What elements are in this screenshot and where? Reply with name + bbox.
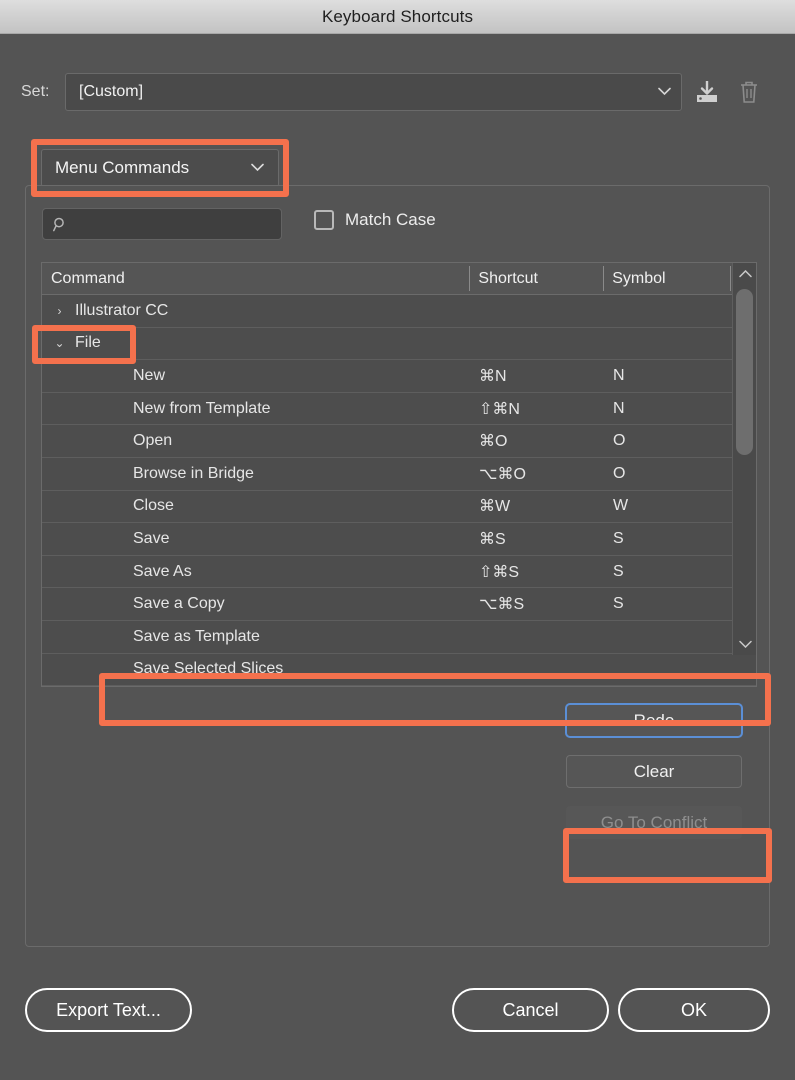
command-label: Save as Template	[51, 628, 260, 646]
command-label: Save	[51, 530, 169, 548]
command-type-value: Menu Commands	[55, 158, 189, 178]
cell-command: ⌄ File	[42, 334, 470, 352]
cell-symbol: N	[604, 400, 731, 418]
cell-command: New from Template	[42, 400, 470, 418]
search-input[interactable]	[75, 216, 270, 232]
cell-command: › Illustrator CC	[42, 302, 470, 320]
cell-symbol: N	[604, 367, 731, 385]
command-label: Browse in Bridge	[51, 465, 254, 483]
table-row[interactable]: Save Selected Slices	[42, 654, 756, 687]
table-row[interactable]: New from Template ⇧⌘NN	[42, 393, 756, 426]
table-row[interactable]: › Illustrator CC	[42, 295, 756, 328]
command-label: Illustrator CC	[75, 302, 168, 320]
command-label: Save As	[51, 563, 192, 581]
command-label: Save Selected Slices	[51, 660, 283, 678]
cell-symbol: S	[604, 530, 731, 548]
cell-command: Browse in Bridge	[42, 465, 470, 483]
scrollbar-thumb[interactable]	[736, 289, 753, 455]
scroll-down-button[interactable]	[733, 633, 757, 655]
command-label: New from Template	[51, 400, 271, 418]
chevron-up-icon	[739, 270, 752, 278]
go-to-conflict-button: Go To Conflict	[566, 806, 742, 839]
title-bar: Keyboard Shortcuts	[0, 0, 795, 34]
command-label: File	[75, 334, 101, 352]
cell-shortcut: ⇧⌘S	[470, 562, 604, 582]
table-row[interactable]: Save as Template	[42, 621, 756, 654]
cell-command: New	[42, 367, 470, 385]
set-dropdown[interactable]: [Custom]	[65, 73, 682, 111]
search-field[interactable]	[42, 208, 282, 240]
table-row[interactable]: Open ⌘OO	[42, 425, 756, 458]
column-header-shortcut[interactable]: Shortcut	[469, 263, 603, 295]
match-case-label: Match Case	[345, 210, 436, 230]
chevron-down-icon	[658, 87, 669, 98]
cell-shortcut: ⌥⌘O	[470, 464, 604, 484]
cell-symbol: S	[604, 563, 731, 581]
table-row[interactable]: Save a Copy ⌥⌘SS	[42, 588, 756, 621]
cell-command: Save As	[42, 563, 470, 581]
shortcuts-table: Command Shortcut Symbol › Illustrator CC ⌄…	[41, 262, 757, 687]
table-header: Command Shortcut Symbol	[42, 263, 756, 295]
match-case-control[interactable]: Match Case	[314, 210, 436, 230]
command-type-dropdown[interactable]: Menu Commands	[41, 149, 279, 187]
table-body: ›Illustrator CC⌄FileNew⌘NNNew from Templ…	[42, 295, 756, 687]
command-label: Save a Copy	[51, 595, 225, 613]
cell-symbol: O	[604, 465, 731, 483]
cell-shortcut: ⌘N	[470, 366, 604, 386]
cell-command: Save Selected Slices	[42, 660, 470, 678]
save-set-button[interactable]	[690, 75, 724, 109]
command-label: Close	[51, 497, 174, 515]
table-row[interactable]: Save ⌘SS	[42, 523, 756, 556]
match-case-checkbox[interactable]	[314, 210, 334, 230]
cell-symbol: W	[604, 497, 731, 515]
clear-button[interactable]: Clear	[566, 755, 742, 788]
set-row: Set: [Custom]	[0, 72, 795, 112]
cell-command: Open	[42, 432, 470, 450]
table-row[interactable]: Browse in Bridge ⌥⌘OO	[42, 458, 756, 491]
set-label: Set:	[21, 83, 65, 101]
table-row[interactable]: Revert⌥⌘Z×Z	[42, 686, 756, 687]
table-row[interactable]: Save As ⇧⌘SS	[42, 556, 756, 589]
redo-button[interactable]: Redo	[566, 704, 742, 737]
vertical-scrollbar[interactable]	[732, 263, 756, 655]
cancel-button[interactable]: Cancel	[452, 988, 609, 1032]
cell-shortcut: ⇧⌘N	[470, 399, 604, 419]
cell-command: Close	[42, 497, 470, 515]
chevron-down-icon	[739, 640, 752, 648]
chevron-right-icon[interactable]: ›	[51, 304, 68, 318]
search-icon	[53, 217, 68, 232]
column-header-symbol[interactable]: Symbol	[603, 263, 730, 295]
set-dropdown-value: [Custom]	[79, 83, 143, 101]
column-header-command[interactable]: Command	[42, 263, 469, 295]
keyboard-shortcuts-dialog: Keyboard Shortcuts Set: [Custom]	[0, 0, 795, 1080]
command-label: New	[51, 367, 165, 385]
trash-icon	[736, 79, 762, 105]
cell-shortcut: ⌥⌘S	[470, 594, 604, 614]
command-label: Open	[51, 432, 172, 450]
ok-button[interactable]: OK	[618, 988, 770, 1032]
chevron-down-icon[interactable]: ⌄	[51, 336, 68, 350]
shortcuts-panel: Match Case Command Shortcut Symbol › Illu…	[25, 185, 770, 947]
export-text-button[interactable]: Export Text...	[25, 988, 192, 1032]
cell-symbol: S	[604, 595, 731, 613]
cell-command: Save a Copy	[42, 595, 470, 613]
cell-shortcut: ⌘O	[470, 431, 604, 451]
chevron-down-icon	[251, 163, 262, 174]
cell-symbol: O	[604, 432, 731, 450]
cell-shortcut: ⌘S	[470, 529, 604, 549]
scroll-up-button[interactable]	[733, 263, 757, 285]
table-row[interactable]: Close ⌘WW	[42, 491, 756, 524]
cell-command: Save as Template	[42, 628, 470, 646]
table-row[interactable]: ⌄ File	[42, 328, 756, 361]
table-row[interactable]: New ⌘NN	[42, 360, 756, 393]
cell-shortcut: ⌘W	[470, 496, 604, 516]
cell-command: Save	[42, 530, 470, 548]
dialog-title: Keyboard Shortcuts	[322, 7, 473, 27]
delete-set-button[interactable]	[732, 75, 766, 109]
save-to-disk-icon	[694, 79, 720, 105]
